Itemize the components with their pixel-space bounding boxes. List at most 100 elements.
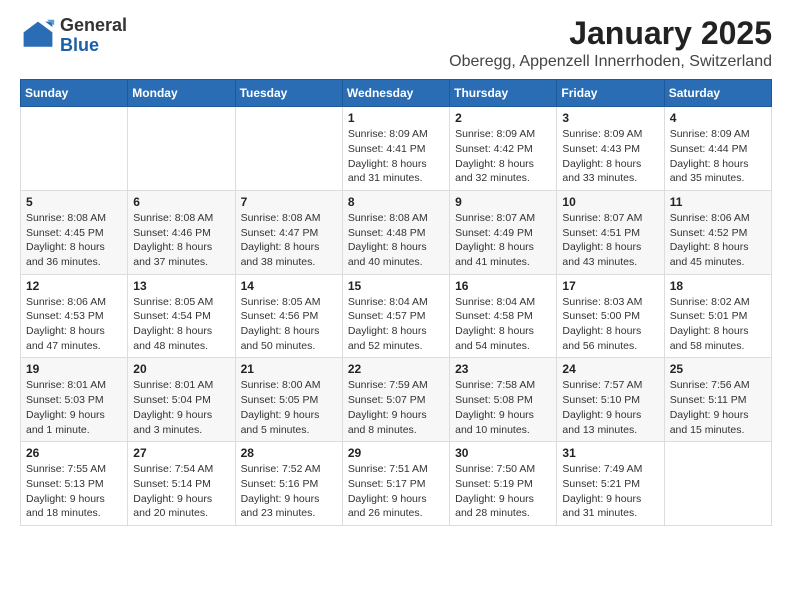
day-number: 3 (562, 111, 658, 125)
calendar-cell: 10Sunrise: 8:07 AMSunset: 4:51 PMDayligh… (557, 190, 664, 274)
day-info: Sunrise: 7:54 AM (133, 462, 229, 477)
day-number: 22 (348, 362, 444, 376)
day-info: Sunset: 4:52 PM (670, 226, 766, 241)
day-number: 10 (562, 195, 658, 209)
day-info: Sunset: 5:13 PM (26, 477, 122, 492)
calendar-week-row: 1Sunrise: 8:09 AMSunset: 4:41 PMDaylight… (21, 107, 772, 191)
day-info: Sunrise: 8:09 AM (562, 127, 658, 142)
day-info: Sunrise: 8:06 AM (670, 211, 766, 226)
day-info: Sunset: 5:05 PM (241, 393, 337, 408)
day-number: 2 (455, 111, 551, 125)
calendar-cell: 11Sunrise: 8:06 AMSunset: 4:52 PMDayligh… (664, 190, 771, 274)
day-info: Daylight: 8 hours and 54 minutes. (455, 324, 551, 353)
day-number: 1 (348, 111, 444, 125)
day-number: 21 (241, 362, 337, 376)
day-info: Daylight: 8 hours and 35 minutes. (670, 157, 766, 186)
day-info: Sunset: 5:19 PM (455, 477, 551, 492)
day-number: 9 (455, 195, 551, 209)
day-info: Sunrise: 8:01 AM (133, 378, 229, 393)
logo-text: General Blue (60, 16, 127, 56)
calendar-cell (235, 107, 342, 191)
day-info: Sunset: 5:21 PM (562, 477, 658, 492)
day-info: Sunset: 4:57 PM (348, 309, 444, 324)
calendar-table: SundayMondayTuesdayWednesdayThursdayFrid… (20, 79, 772, 526)
day-number: 25 (670, 362, 766, 376)
day-info: Sunrise: 8:05 AM (241, 295, 337, 310)
calendar-cell: 2Sunrise: 8:09 AMSunset: 4:42 PMDaylight… (450, 107, 557, 191)
day-info: Sunset: 4:41 PM (348, 142, 444, 157)
day-number: 7 (241, 195, 337, 209)
day-number: 17 (562, 279, 658, 293)
calendar-cell: 14Sunrise: 8:05 AMSunset: 4:56 PMDayligh… (235, 274, 342, 358)
calendar-cell: 13Sunrise: 8:05 AMSunset: 4:54 PMDayligh… (128, 274, 235, 358)
calendar-cell: 29Sunrise: 7:51 AMSunset: 5:17 PMDayligh… (342, 442, 449, 526)
day-info: Daylight: 8 hours and 31 minutes. (348, 157, 444, 186)
calendar-cell: 18Sunrise: 8:02 AMSunset: 5:01 PMDayligh… (664, 274, 771, 358)
day-info: Sunrise: 7:52 AM (241, 462, 337, 477)
calendar-cell: 15 Sunrise: 8:04 AMSunset: 4:57 PMDayligh… (342, 274, 449, 358)
location-title: Oberegg, Appenzell Innerrhoden, Switzerl… (449, 53, 772, 71)
day-info: Daylight: 9 hours and 20 minutes. (133, 492, 229, 521)
calendar-cell: 30Sunrise: 7:50 AMSunset: 5:19 PMDayligh… (450, 442, 557, 526)
day-info: Sunrise: 8:09 AM (348, 127, 444, 142)
day-number: 27 (133, 446, 229, 460)
calendar-cell: 21Sunrise: 8:00 AMSunset: 5:05 PMDayligh… (235, 358, 342, 442)
title-section: January 2025 Oberegg, Appenzell Innerrho… (449, 16, 772, 71)
day-number: 26 (26, 446, 122, 460)
calendar-week-row: 26Sunrise: 7:55 AMSunset: 5:13 PMDayligh… (21, 442, 772, 526)
day-info: Sunset: 4:53 PM (26, 309, 122, 324)
day-info: Sunset: 5:03 PM (26, 393, 122, 408)
day-info: Sunset: 5:08 PM (455, 393, 551, 408)
calendar-cell: 24Sunrise: 7:57 AMSunset: 5:10 PMDayligh… (557, 358, 664, 442)
day-number: 19 (26, 362, 122, 376)
day-info: Sunrise: 8:04 AM (348, 295, 444, 310)
day-info: Sunset: 5:14 PM (133, 477, 229, 492)
day-info: Sunrise: 8:08 AM (348, 211, 444, 226)
day-info: Sunset: 4:58 PM (455, 309, 551, 324)
day-info: Daylight: 8 hours and 38 minutes. (241, 240, 337, 269)
day-info: Daylight: 8 hours and 37 minutes. (133, 240, 229, 269)
day-info: Sunrise: 7:50 AM (455, 462, 551, 477)
logo-icon (20, 18, 56, 54)
calendar-cell: 26Sunrise: 7:55 AMSunset: 5:13 PMDayligh… (21, 442, 128, 526)
day-info: Sunset: 4:46 PM (133, 226, 229, 241)
calendar-week-row: 12Sunrise: 8:06 AMSunset: 4:53 PMDayligh… (21, 274, 772, 358)
day-number: 11 (670, 195, 766, 209)
weekday-header: Thursday (450, 80, 557, 107)
day-number: 15 (348, 279, 444, 293)
month-title: January 2025 (449, 16, 772, 51)
day-number: 16 (455, 279, 551, 293)
page-header: General Blue January 2025 Oberegg, Appen… (20, 16, 772, 71)
day-info: Daylight: 9 hours and 10 minutes. (455, 408, 551, 437)
calendar-cell: 3Sunrise: 8:09 AMSunset: 4:43 PMDaylight… (557, 107, 664, 191)
day-info: Daylight: 8 hours and 52 minutes. (348, 324, 444, 353)
day-info: Daylight: 9 hours and 28 minutes. (455, 492, 551, 521)
day-info: Sunset: 4:54 PM (133, 309, 229, 324)
day-info: Sunset: 4:44 PM (670, 142, 766, 157)
calendar-week-row: 19 Sunrise: 8:01 AM Sunset: 5:03 PM Dayligh… (21, 358, 772, 442)
calendar-week-row: 5Sunrise: 8:08 AMSunset: 4:45 PMDaylight… (21, 190, 772, 274)
calendar-cell: 4Sunrise: 8:09 AMSunset: 4:44 PMDaylight… (664, 107, 771, 191)
day-info: Sunset: 5:07 PM (348, 393, 444, 408)
day-info: Daylight: 8 hours and 43 minutes. (562, 240, 658, 269)
day-info: Daylight: 8 hours and 50 minutes. (241, 324, 337, 353)
day-info: Daylight: 8 hours and 33 minutes. (562, 157, 658, 186)
day-info: Daylight: 9 hours and 18 minutes. (26, 492, 122, 521)
weekday-header: Wednesday (342, 80, 449, 107)
day-number: 14 (241, 279, 337, 293)
calendar-cell (664, 442, 771, 526)
day-info: Daylight: 8 hours and 32 minutes. (455, 157, 551, 186)
day-info: Sunset: 5:04 PM (133, 393, 229, 408)
calendar-cell: 28Sunrise: 7:52 AMSunset: 5:16 PMDayligh… (235, 442, 342, 526)
day-info: Daylight: 8 hours and 36 minutes. (26, 240, 122, 269)
day-info: Sunset: 5:01 PM (670, 309, 766, 324)
calendar-cell: 27 Sunrise: 7:54 AMSunset: 5:14 PMDayligh… (128, 442, 235, 526)
day-number: 8 (348, 195, 444, 209)
day-number: 29 (348, 446, 444, 460)
day-info: Sunrise: 8:08 AM (241, 211, 337, 226)
day-info: Sunset: 4:51 PM (562, 226, 658, 241)
calendar-cell: 25Sunrise: 7:56 AMSunset: 5:11 PMDayligh… (664, 358, 771, 442)
calendar-cell: 31Sunrise: 7:49 AMSunset: 5:21 PMDayligh… (557, 442, 664, 526)
day-number: 28 (241, 446, 337, 460)
calendar-cell (21, 107, 128, 191)
